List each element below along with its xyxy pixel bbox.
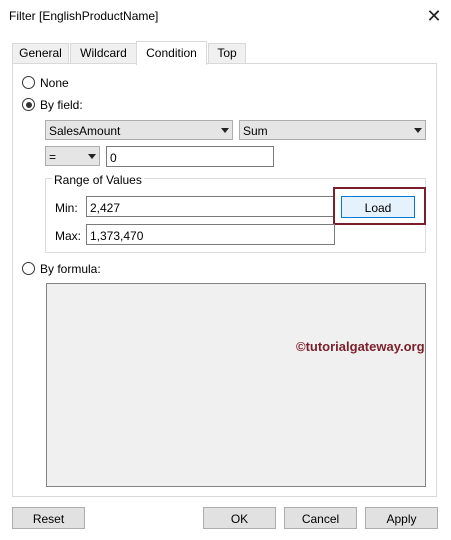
none-label: None [40,76,69,90]
watermark: ©tutorialgateway.org [296,339,425,354]
aggregation-select[interactable]: Sum [239,120,426,140]
chevron-down-icon [221,128,229,133]
operator-select[interactable]: = [45,146,100,166]
ok-button[interactable]: OK [203,507,276,529]
by-formula-radio[interactable] [22,262,35,275]
close-icon[interactable]: ✕ [420,2,448,30]
aggregation-select-value: Sum [243,124,268,138]
load-button[interactable]: Load [341,196,415,218]
field-select-value: SalesAmount [49,124,121,138]
chevron-down-icon [88,154,96,159]
by-formula-label: By formula: [40,262,101,276]
none-radio[interactable] [22,76,35,89]
window-title: Filter [EnglishProductName] [9,9,159,23]
tab-general[interactable]: General [12,43,69,63]
by-field-label: By field: [40,98,83,112]
chevron-down-icon [414,128,422,133]
tab-wildcard[interactable]: Wildcard [70,43,137,63]
formula-textarea[interactable] [46,283,426,487]
field-select[interactable]: SalesAmount [45,120,233,140]
tab-condition[interactable]: Condition [136,41,207,65]
min-input[interactable] [86,196,335,217]
max-label: Max: [55,229,82,243]
reset-button[interactable]: Reset [12,507,85,529]
tab-top[interactable]: Top [208,43,246,63]
apply-button[interactable]: Apply [365,507,438,529]
operator-select-value: = [49,150,57,164]
range-legend: Range of Values [52,173,144,187]
by-field-radio[interactable] [22,98,35,111]
max-input[interactable] [86,224,335,245]
min-label: Min: [55,201,78,215]
cancel-button[interactable]: Cancel [284,507,357,529]
value-input[interactable] [106,146,274,167]
title-bar: Filter [EnglishProductName] ✕ [0,0,451,32]
